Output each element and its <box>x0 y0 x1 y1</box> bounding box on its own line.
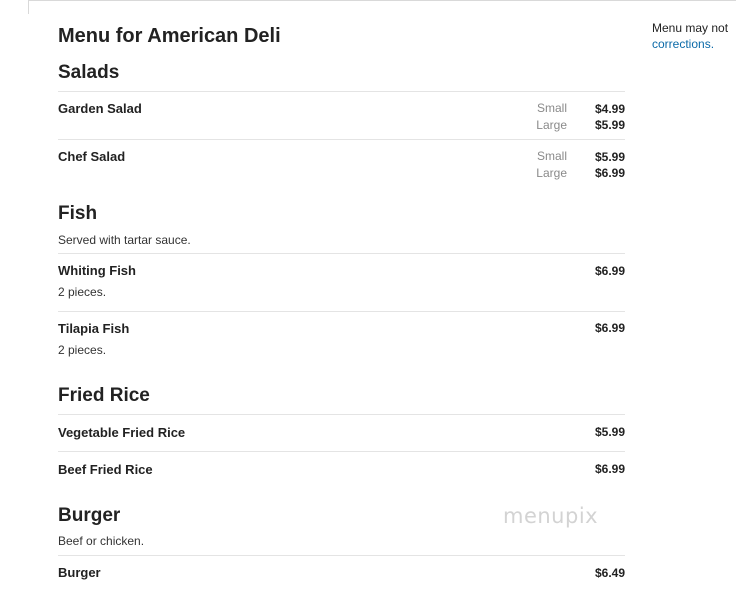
divider <box>58 414 625 415</box>
item-name: Beef Fried Rice <box>58 462 153 477</box>
item-price: $6.99 <box>594 321 625 335</box>
section-description: Beef or chicken. <box>58 534 145 548</box>
menupix-watermark: menupix <box>503 504 599 528</box>
menu-title: Menu for American Deli <box>58 25 281 47</box>
section-title-burger: Burger <box>58 505 121 526</box>
section-description: Served with tartar sauce. <box>58 233 191 247</box>
divider <box>58 253 625 254</box>
section-title-fish: Fish <box>58 203 98 224</box>
item-price: $5.99 <box>594 118 625 132</box>
item-price: $6.49 <box>594 566 625 580</box>
corrections-link[interactable]: corrections. <box>652 37 714 51</box>
top-border <box>28 0 736 1</box>
size-label: Small <box>536 149 567 163</box>
divider <box>58 311 625 312</box>
item-price: $5.99 <box>594 150 625 164</box>
item-description: 2 pieces. <box>58 285 107 299</box>
divider <box>58 451 625 452</box>
divider <box>58 555 625 556</box>
section-title-fried-rice: Fried Rice <box>58 385 150 406</box>
item-name: Vegetable Fried Rice <box>58 425 186 440</box>
item-name: Chef Salad <box>58 149 126 164</box>
item-name: Burger <box>58 565 101 580</box>
disclaimer-text: Menu may not <box>652 21 729 35</box>
size-label: Large <box>536 118 567 132</box>
left-border <box>28 0 29 14</box>
item-price: $5.99 <box>594 425 625 439</box>
item-name: Tilapia Fish <box>58 321 130 336</box>
item-price: $6.99 <box>594 166 625 180</box>
item-name: Whiting Fish <box>58 263 136 278</box>
size-label: Large <box>536 166 567 180</box>
item-price: $6.99 <box>594 264 625 278</box>
item-name: Garden Salad <box>58 101 142 116</box>
item-description: 2 pieces. <box>58 343 107 357</box>
item-price: $4.99 <box>594 102 625 116</box>
size-label: Small <box>536 101 567 115</box>
item-price: $6.99 <box>594 462 625 476</box>
menu-disclaimer: Menu may not corrections. <box>652 20 728 52</box>
section-title-salads: Salads <box>58 62 120 83</box>
divider <box>58 91 625 92</box>
divider <box>58 139 625 140</box>
